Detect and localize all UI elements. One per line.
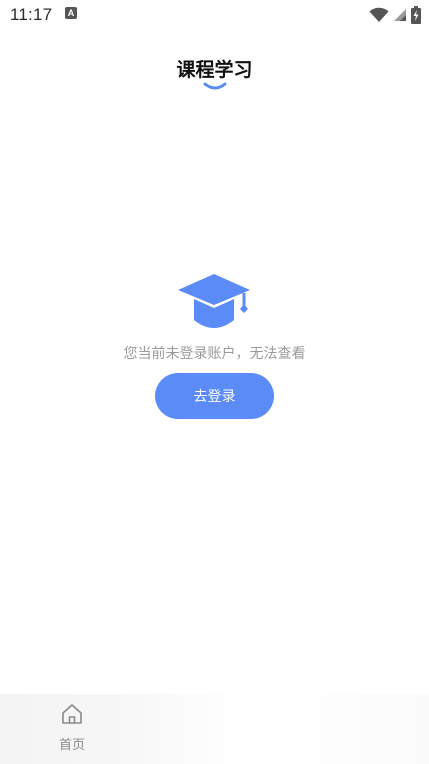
login-required-message: 您当前未登录账户，无法查看	[123, 346, 306, 362]
login-button[interactable]: 去登录	[155, 373, 274, 419]
tab-home-label: 首页	[58, 738, 85, 753]
status-icons	[369, 6, 421, 24]
graduation-cap-icon	[178, 274, 250, 328]
bottom-tab-bar: 首页	[0, 694, 429, 764]
home-icon	[62, 704, 82, 724]
page-title: 课程学习	[176, 59, 253, 81]
wifi-icon	[369, 7, 389, 22]
battery-charging-icon	[411, 6, 421, 24]
tab-home[interactable]: 首页	[42, 702, 102, 758]
status-bar: 11:17 A	[0, 0, 429, 32]
status-time: 11:17	[10, 5, 53, 24]
title-underline-icon	[203, 82, 227, 90]
a-badge-icon: A	[65, 7, 77, 19]
signal-icon	[394, 9, 406, 21]
